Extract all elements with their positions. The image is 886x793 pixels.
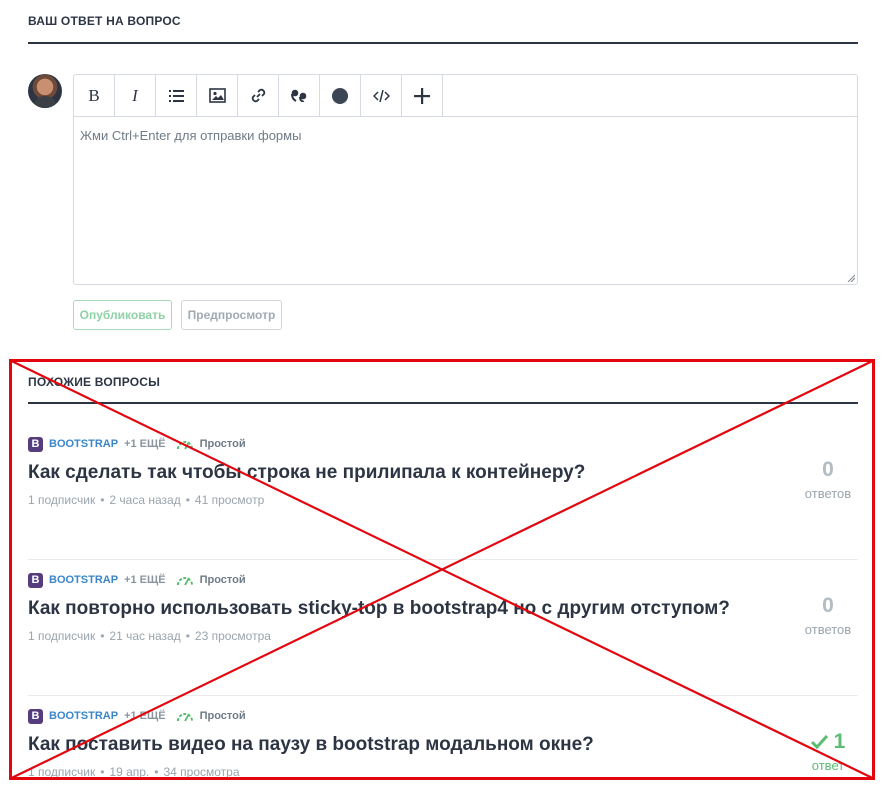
bootstrap-logo-icon[interactable]: B [28, 708, 43, 724]
image-button[interactable] [197, 75, 238, 116]
italic-icon: I [132, 86, 138, 105]
similar-section-title: ПОХОЖИЕ ВОПРОСЫ [28, 375, 161, 389]
spoiler-button[interactable] [320, 75, 361, 116]
answer-section-divider [28, 42, 858, 44]
question-title-link[interactable]: Как поставить видео на паузу в bootstrap… [28, 734, 594, 756]
bold-icon: B [88, 86, 100, 105]
more-tags-link[interactable]: +1 ЕЩЁ [124, 438, 166, 450]
question-tags: B BOOTSTRAP +1 ЕЩЁ Простой [28, 436, 246, 452]
question-item: B BOOTSTRAP +1 ЕЩЁ Простой Как сделать т… [28, 424, 858, 560]
list-button[interactable] [156, 75, 197, 116]
bootstrap-logo-icon[interactable]: B [28, 436, 43, 452]
quote-icon [290, 89, 306, 102]
answers-count: 0 [822, 458, 834, 481]
question-item: B BOOTSTRAP +1 ЕЩЁ Простой Как повторно … [28, 560, 858, 696]
code-icon [372, 89, 390, 102]
complexity-label: Простой [199, 438, 246, 450]
complexity-label: Простой [199, 574, 246, 586]
check-icon [810, 735, 828, 749]
list-icon [168, 89, 184, 102]
preview-button[interactable]: Предпросмотр [181, 300, 282, 330]
question-title-link[interactable]: Как сделать так чтобы строка не прилипал… [28, 462, 585, 484]
subscribers-count: 1 подписчик [28, 493, 96, 507]
bootstrap-logo-icon[interactable]: B [28, 572, 43, 588]
resize-handle-icon[interactable] [847, 274, 855, 282]
question-tags: B BOOTSTRAP +1 ЕЩЁ Простой [28, 708, 246, 724]
views-count: 41 просмотр [194, 493, 265, 507]
more-button[interactable] [402, 75, 443, 116]
question-meta: 1 подписчик • 2 часа назад • 41 просмотр [28, 493, 265, 507]
similar-section-divider [28, 402, 858, 404]
answers-label: ответов [804, 622, 852, 637]
question-tags: B BOOTSTRAP +1 ЕЩЁ Простой [28, 572, 246, 588]
answer-section-title: ВАШ ОТВЕТ НА ВОПРОС [28, 14, 181, 28]
italic-button[interactable]: I [115, 75, 156, 116]
editor-toolbar: B I [74, 75, 857, 117]
answers-counter[interactable]: 0 ответов [798, 594, 858, 637]
answers-label: ответов [804, 486, 852, 501]
bold-button[interactable]: B [74, 75, 115, 116]
question-title-link[interactable]: Как повторно использовать sticky-top в b… [28, 598, 730, 620]
answers-count: 1 [798, 730, 858, 754]
tag-link[interactable]: BOOTSTRAP [49, 574, 118, 586]
complexity-label: Простой [199, 710, 246, 722]
views-count: 34 просмотра [163, 765, 240, 779]
code-button[interactable] [361, 75, 402, 116]
circle-icon [332, 87, 348, 104]
answers-label: ответ [811, 758, 845, 773]
complexity-gauge-icon [176, 577, 193, 586]
tag-link[interactable]: BOOTSTRAP [49, 438, 118, 450]
complexity-gauge-icon [176, 713, 193, 722]
plus-icon [414, 87, 430, 104]
tag-link[interactable]: BOOTSTRAP [49, 710, 118, 722]
link-button[interactable] [238, 75, 279, 116]
answer-editor: B I [73, 74, 858, 285]
more-tags-link[interactable]: +1 ЕЩЁ [124, 710, 166, 722]
question-time: 21 час назад [109, 629, 181, 643]
answers-counter[interactable]: 0 ответов [798, 458, 858, 501]
question-time: 2 часа назад [109, 493, 181, 507]
image-icon [208, 88, 226, 103]
subscribers-count: 1 подписчик [28, 629, 96, 643]
publish-button[interactable]: Опубликовать [73, 300, 172, 330]
user-avatar[interactable] [28, 74, 62, 108]
question-item: B BOOTSTRAP +1 ЕЩЁ Простой Как поставить… [28, 696, 858, 793]
answers-counter[interactable]: 1 ответ [798, 730, 858, 773]
answers-count: 0 [822, 594, 834, 617]
link-icon [251, 88, 265, 103]
similar-questions-list: B BOOTSTRAP +1 ЕЩЁ Простой Как сделать т… [28, 424, 858, 793]
answer-textarea[interactable] [74, 117, 857, 284]
question-time: 19 апр. [109, 765, 150, 779]
subscribers-count: 1 подписчик [28, 765, 96, 779]
question-meta: 1 подписчик • 19 апр. • 34 просмотра [28, 765, 240, 779]
quote-button[interactable] [279, 75, 320, 116]
views-count: 23 просмотра [194, 629, 271, 643]
complexity-gauge-icon [176, 441, 193, 450]
question-meta: 1 подписчик • 21 час назад • 23 просмотра [28, 629, 271, 643]
more-tags-link[interactable]: +1 ЕЩЁ [124, 574, 166, 586]
